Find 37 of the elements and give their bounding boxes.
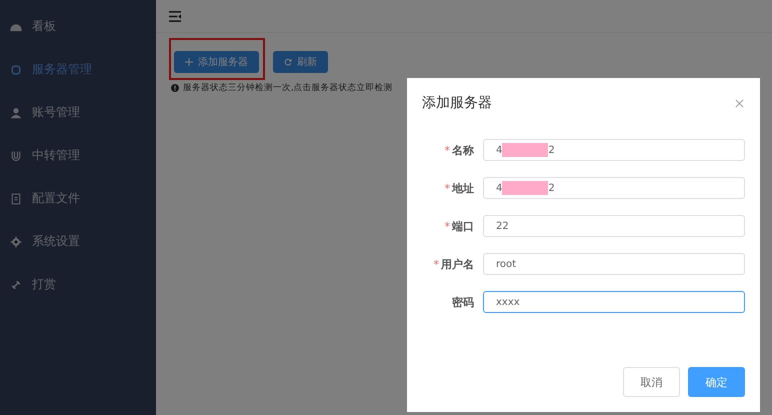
settings-icon [10, 236, 22, 248]
dialog-title: 添加服务器 [422, 94, 492, 112]
required-asterisk: * [444, 182, 450, 194]
document-icon [10, 192, 22, 204]
refresh-icon [284, 58, 292, 66]
sidebar-item[interactable]: 中转管理 [0, 134, 156, 177]
magnet-icon [10, 150, 22, 162]
input-field[interactable]: 22 [483, 215, 745, 237]
sidebar-item[interactable]: 打赏 [0, 263, 156, 306]
input-field[interactable]: 4 2 [483, 177, 745, 199]
user-icon [10, 106, 22, 118]
sidebar-item[interactable]: 账号管理 [0, 91, 156, 134]
sidebar-item[interactable]: 看板 [0, 5, 156, 48]
field-label: 端口 [452, 218, 474, 234]
field-label: 用户名 [441, 256, 474, 272]
required-asterisk: * [444, 220, 450, 232]
field-label: 密码 [452, 294, 474, 310]
cancel-button[interactable]: 取消 [623, 367, 680, 397]
close-icon[interactable] [735, 98, 744, 108]
sidebar-item[interactable]: 服务器管理 [0, 48, 156, 91]
input-field[interactable]: 4 2 [483, 139, 745, 161]
required-asterisk: * [434, 258, 439, 270]
input-field[interactable]: root [483, 253, 745, 275]
sidebar-item[interactable]: 配置文件 [0, 177, 156, 220]
toolbar-button[interactable]: 添加服务器 [174, 51, 259, 73]
toolbar-button[interactable]: 刷新 [273, 51, 328, 73]
notice-text: 服务器状态三分钟检测一次,点击服务器状态立即检测 [183, 82, 393, 94]
chip-icon [10, 64, 22, 76]
field-label: 地址 [452, 180, 474, 196]
plus-icon [185, 58, 193, 66]
sidebar-item[interactable]: 系统设置 [0, 220, 156, 263]
menu-icon[interactable] [169, 10, 182, 22]
required-asterisk: * [444, 144, 450, 156]
confirm-button[interactable]: 确定 [688, 367, 745, 397]
info-icon [171, 84, 179, 92]
input-field[interactable]: xxxx [483, 291, 745, 313]
field-label: 名称 [452, 142, 474, 158]
